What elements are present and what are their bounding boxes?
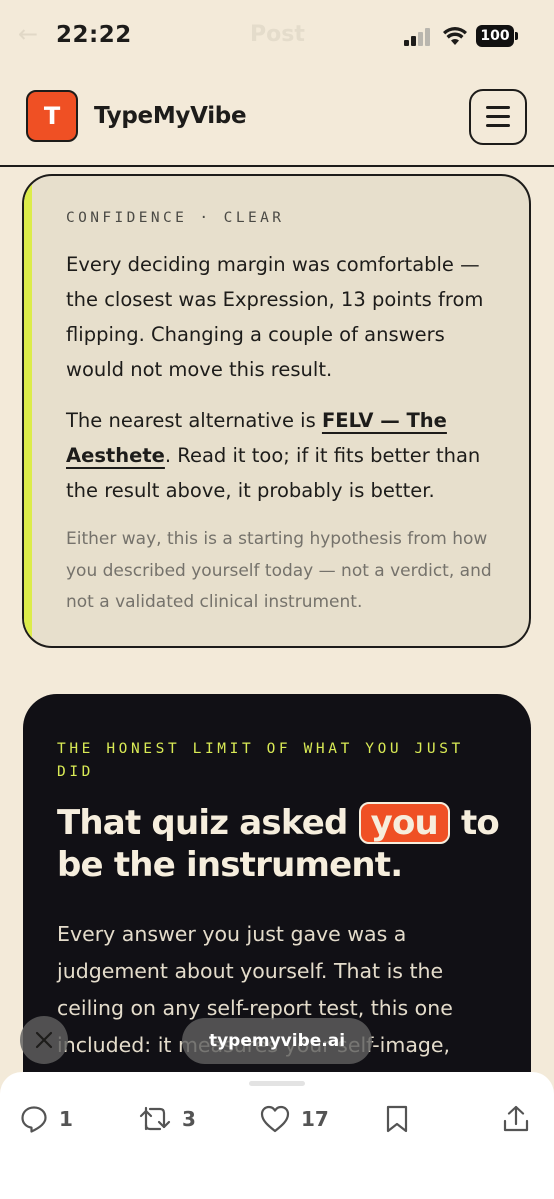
signal-icon: [404, 28, 434, 46]
menu-button[interactable]: [469, 89, 527, 145]
heart-icon: [260, 1105, 290, 1133]
bookmark-button[interactable]: [383, 1102, 411, 1136]
confidence-kicker: CONFIDENCE · CLEAR: [66, 210, 285, 226]
logo[interactable]: T: [26, 90, 78, 142]
reply-count: 1: [59, 1107, 73, 1131]
repost-icon: [139, 1106, 171, 1131]
confidence-card: CONFIDENCE · CLEAR Every deciding margin…: [22, 174, 531, 648]
reply-icon: [21, 1106, 47, 1133]
honest-kicker: THE HONEST LIMIT OF WHAT YOU JUST DID: [57, 741, 464, 780]
headline-pre: That quiz asked: [57, 803, 359, 843]
disclaimer-note: Either way, this is a starting hypothesi…: [66, 529, 492, 612]
battery-tip: [515, 32, 518, 40]
brand-name[interactable]: TypeMyVibe: [94, 103, 247, 129]
accent-bar: [24, 176, 32, 646]
battery-icon: 100: [476, 25, 514, 47]
share-icon: [503, 1105, 529, 1132]
sheet-grabber[interactable]: [249, 1081, 305, 1086]
back-arrow-icon[interactable]: ←: [18, 20, 38, 48]
alternative-prefix: The nearest alternative is: [66, 409, 322, 432]
wifi-icon: [443, 27, 467, 45]
bookmark-icon: [386, 1105, 408, 1133]
hamburger-icon: [486, 115, 510, 118]
hamburger-icon: [486, 106, 510, 109]
repost-button[interactable]: 3: [138, 1102, 196, 1136]
repost-count: 3: [182, 1107, 196, 1131]
status-bar: ← 22:22 Post 100: [0, 0, 554, 72]
honest-headline: That quiz asked you to be the instrument…: [57, 802, 517, 886]
url-pill[interactable]: typemyvibe.ai: [182, 1018, 372, 1064]
like-count: 17: [301, 1107, 329, 1131]
like-button[interactable]: 17: [259, 1102, 329, 1136]
site-header: T TypeMyVibe: [0, 72, 554, 167]
post-action-bar: 1 3 17: [0, 1072, 554, 1199]
close-icon: [35, 1031, 53, 1049]
share-button[interactable]: [502, 1102, 530, 1136]
close-button[interactable]: [20, 1016, 68, 1064]
confidence-paragraph: Every deciding margin was comfortable — …: [66, 253, 484, 381]
headline-highlight: you: [358, 802, 450, 844]
logo-letter: T: [43, 102, 61, 130]
hamburger-icon: [486, 124, 510, 127]
status-time: 22:22: [56, 22, 132, 48]
reply-button[interactable]: 1: [19, 1102, 73, 1136]
alternative-paragraph: The nearest alternative is FELV — The Ae…: [66, 403, 506, 508]
post-title-ghost: Post: [250, 22, 305, 47]
